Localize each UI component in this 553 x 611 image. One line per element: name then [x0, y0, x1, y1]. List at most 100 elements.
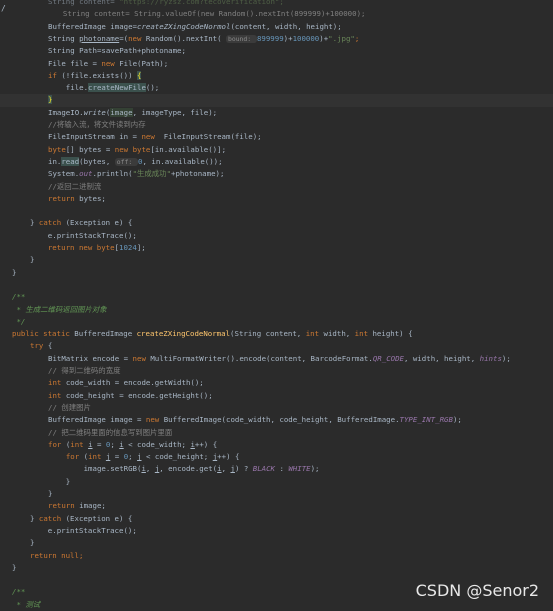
code-line[interactable]: for (int j = 0; j < code_height; j++) {: [0, 451, 553, 463]
code-line[interactable]: * 测试: [0, 599, 553, 611]
code-line[interactable]: FileInputStream in = new FileInputStream…: [0, 131, 553, 143]
code-line[interactable]: String Path=savePath+photoname;: [0, 45, 553, 57]
code-token: ();: [145, 83, 160, 93]
code-token: return: [48, 193, 80, 203]
code-line[interactable]: System.out.println("生成成功"+photoname);: [0, 168, 553, 180]
code-token: in.: [48, 156, 62, 166]
code-line[interactable]: return image;: [0, 500, 553, 512]
code-token: "https://ryzsz.com?tecoverification";: [119, 0, 284, 6]
code-line[interactable]: }: [0, 267, 553, 279]
code-token: int: [48, 378, 66, 388]
code-token: public static: [12, 329, 75, 339]
code-line[interactable]: e.printStackTrace();: [0, 230, 553, 242]
code-token: 1024: [119, 243, 137, 252]
code-token: File file =: [48, 58, 102, 68]
code-line[interactable]: File file = new File(Path);: [0, 58, 553, 70]
code-line[interactable]: BufferedImage image=createZXingCodeNormo…: [0, 21, 553, 33]
code-token: "生成成功": [132, 169, 172, 179]
code-line[interactable]: for (int i = 0; i < code_width; i++) {: [0, 439, 553, 451]
code-token: hints: [479, 353, 502, 363]
code-token: height) {: [372, 329, 413, 339]
code-line[interactable]: /**: [0, 291, 553, 303]
code-token: byte: [48, 144, 66, 154]
code-token: * 生成二维码返回图片对象: [12, 304, 107, 314]
code-line[interactable]: [0, 279, 553, 291]
code-token: int: [70, 439, 89, 449]
code-token: //将输入流，将文件读到内存: [48, 120, 146, 129]
code-token: image;: [79, 501, 106, 511]
code-line[interactable]: }: [0, 476, 553, 488]
code-line[interactable]: in.read(bytes, off: 0, in.available());: [0, 156, 553, 168]
code-token: read: [61, 156, 80, 166]
code-line[interactable]: return null;: [0, 550, 553, 562]
code-line[interactable]: return bytes;: [0, 193, 553, 205]
code-line[interactable]: int code_width = encode.getWidth();: [0, 377, 553, 389]
code-token: new: [145, 415, 164, 425]
code-token: :: [275, 464, 289, 474]
code-token: +photoname);: [171, 169, 225, 179]
code-token: 100000: [292, 33, 320, 43]
code-line[interactable]: } catch (Exception e) {: [0, 217, 553, 229]
code-token: }: [12, 562, 17, 572]
code-token: [] bytes =: [65, 144, 115, 154]
code-token: {: [47, 341, 53, 351]
code-token: new: [132, 353, 151, 363]
code-line[interactable]: try {: [0, 340, 553, 352]
code-token: String content= String.valueOf(new Rando…: [54, 9, 366, 19]
code-line[interactable]: public static BufferedImage createZXingC…: [0, 328, 553, 340]
code-line[interactable]: return new byte[1024];: [0, 242, 553, 254]
code-line[interactable]: } catch (Exception e) {: [0, 513, 553, 525]
code-line[interactable]: //返回二进制流: [0, 181, 553, 193]
code-token: for: [48, 439, 66, 449]
code-line[interactable]: [0, 205, 553, 217]
code-token: code_height = encode.getHeight();: [65, 390, 213, 400]
code-token: }: [48, 489, 53, 498]
code-line[interactable]: }: [0, 488, 553, 500]
code-line[interactable]: e.printStackTrace();: [0, 525, 553, 537]
code-token: 899999: [256, 33, 284, 43]
code-line[interactable]: // 把二维码里面的信息写到图片里面: [0, 427, 553, 439]
code-token: BitMatrix encode =: [48, 353, 133, 363]
code-token: BufferedImage: [74, 329, 137, 339]
code-token: ,: [145, 464, 155, 474]
code-line[interactable]: }: [0, 562, 553, 574]
code-token: }: [48, 476, 71, 486]
code-token: ++) {: [194, 439, 218, 449]
code-line[interactable]: BufferedImage image = new BufferedImage(…: [0, 414, 553, 426]
code-token: new: [128, 33, 146, 43]
code-editor[interactable]: String content= "https://ryzsz.com?tecov…: [0, 0, 553, 611]
code-token: byte: [96, 243, 115, 252]
code-token: e.printStackTrace();: [30, 525, 137, 535]
code-line[interactable]: }: [0, 537, 553, 549]
code-line[interactable]: String content= String.valueOf(new Rando…: [0, 8, 553, 20]
code-token: }: [30, 513, 39, 523]
code-token: return: [48, 501, 80, 511]
code-line[interactable]: //将输入流，将文件读到内存: [0, 119, 553, 131]
code-token: catch: [38, 218, 66, 228]
code-line[interactable]: // 得到二维码的宽度: [0, 365, 553, 377]
code-token: )+: [319, 33, 329, 43]
code-token: < code_width;: [123, 439, 191, 449]
code-line[interactable]: }: [0, 254, 553, 266]
code-line[interactable]: BitMatrix encode = new MultiFormatWriter…: [0, 353, 553, 365]
code-line[interactable]: byte[] bytes = new byte[in.available()];: [0, 144, 553, 156]
code-line[interactable]: String content= "https://ryzsz.com?tecov…: [0, 0, 553, 8]
code-token: );: [310, 464, 320, 474]
code-line[interactable]: String photoname=(new Random().nextInt( …: [0, 33, 553, 45]
code-line[interactable]: if (!file.exists()) {: [0, 70, 553, 82]
code-line[interactable]: }: [0, 94, 553, 107]
code-line[interactable]: image.setRGB(i, j, encode.get(i, j) ? BL…: [0, 463, 553, 475]
code-token: int: [48, 390, 66, 400]
code-token: BLACK: [252, 464, 275, 474]
code-token: ;: [128, 452, 138, 462]
code-line[interactable]: */: [0, 316, 553, 328]
code-line[interactable]: // 创建图片: [0, 402, 553, 414]
code-line[interactable]: ImageIO.write(image, imageType, file);: [0, 107, 553, 119]
code-token: catch: [38, 513, 66, 523]
code-line[interactable]: * 生成二维码返回图片对象: [0, 304, 553, 316]
watermark: CSDN @Senor2: [415, 581, 539, 600]
code-token: }: [30, 218, 39, 228]
code-token: String Path=savePath+photoname;: [48, 46, 186, 56]
code-line[interactable]: int code_height = encode.getHeight();: [0, 390, 553, 402]
code-line[interactable]: file.createNewFile();: [0, 82, 553, 94]
